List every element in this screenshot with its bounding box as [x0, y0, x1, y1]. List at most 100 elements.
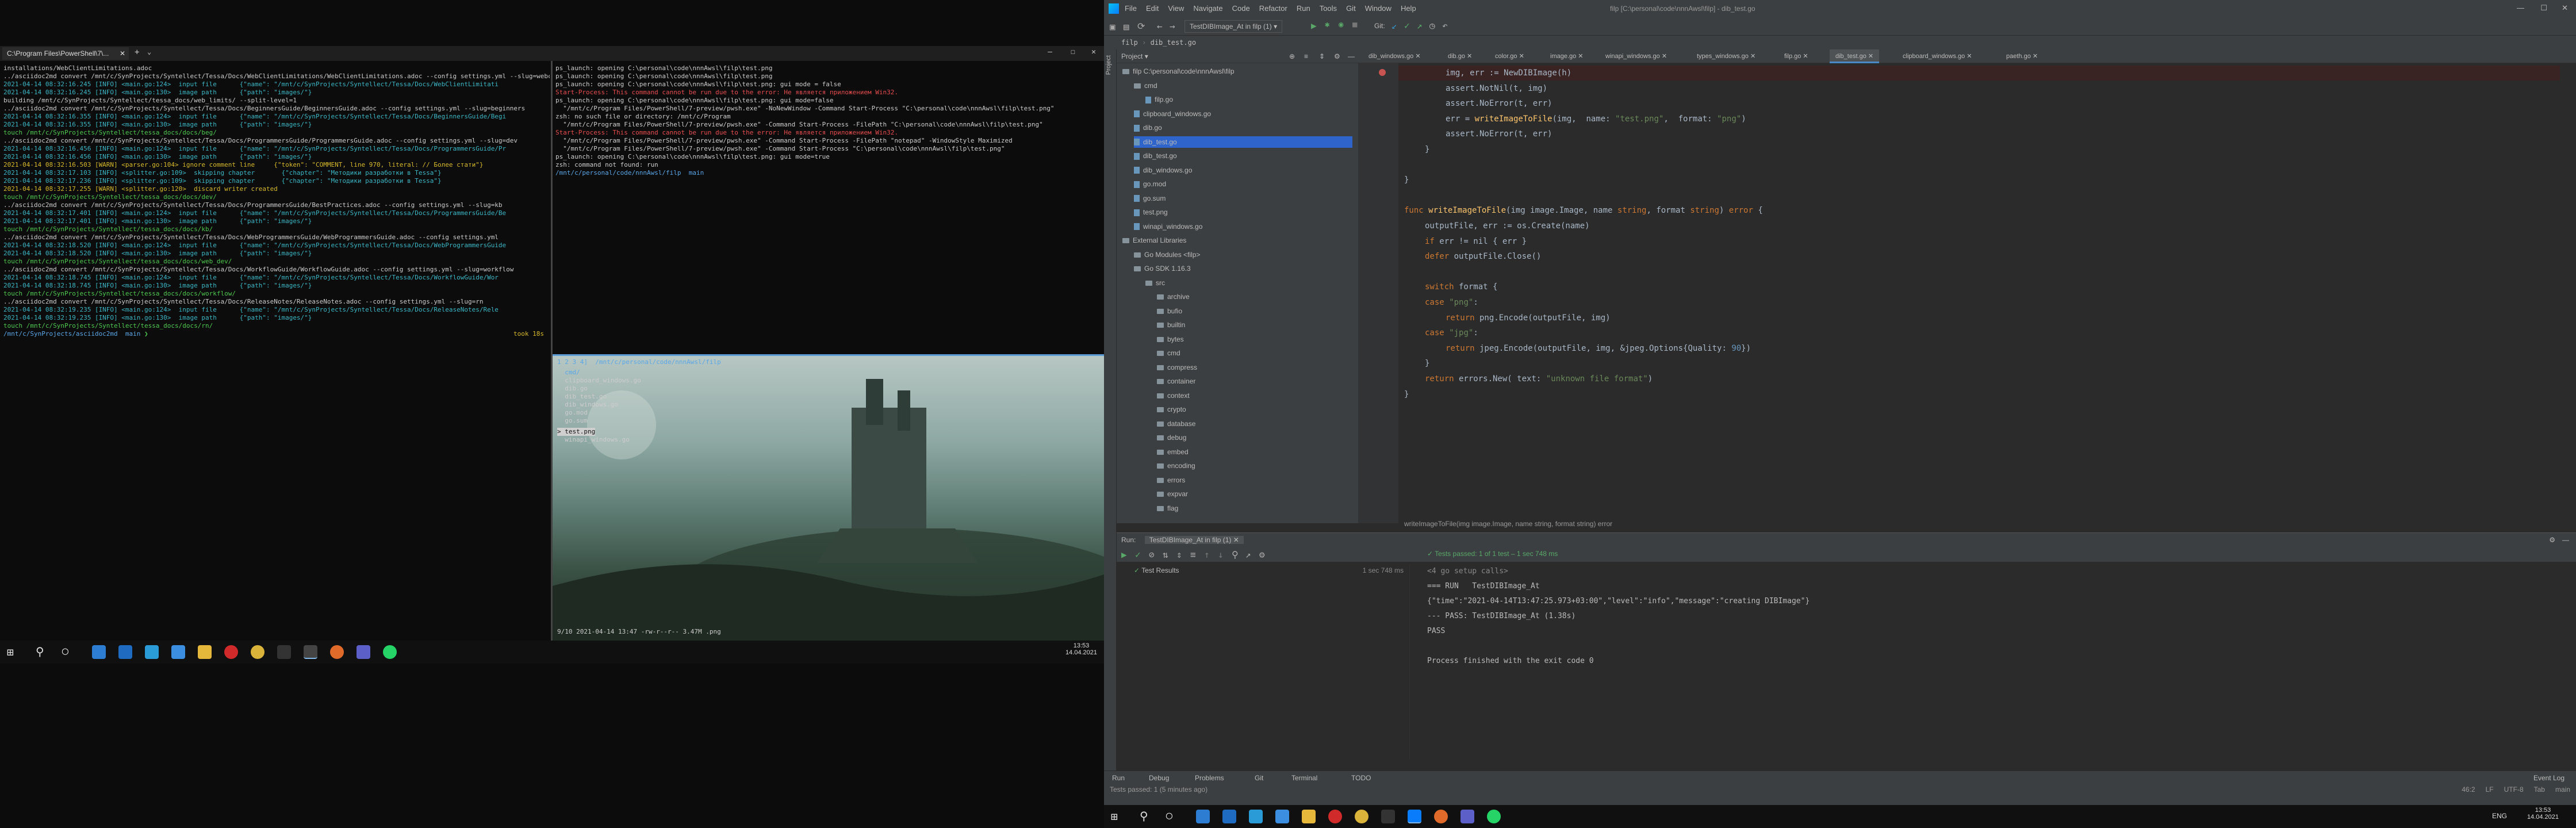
folder-icon[interactable]	[198, 645, 212, 659]
status-item[interactable]: 46:2	[2462, 785, 2475, 793]
ide-minimize-icon[interactable]: —	[2517, 3, 2524, 12]
tree-folder[interactable]: context	[1157, 390, 1190, 401]
open-icon[interactable]: ▣	[1110, 21, 1116, 32]
chrome-icon[interactable]	[251, 645, 264, 659]
tree-file[interactable]: test.png	[1134, 206, 1168, 218]
tree-folder[interactable]: crypto	[1157, 404, 1186, 415]
outlook-icon[interactable]	[1222, 810, 1236, 823]
start-icon[interactable]: ⊞	[1111, 810, 1118, 823]
ignored-filter-icon[interactable]: ⊘	[1149, 549, 1155, 560]
git-history-icon[interactable]: ◷	[1429, 20, 1435, 31]
sync-icon[interactable]: ⟳	[1137, 21, 1145, 32]
explorer-icon[interactable]	[1196, 810, 1210, 823]
editor-tab[interactable]: dib_test.go ✕	[1830, 49, 1880, 63]
nnn-file-item[interactable]: dib.go	[557, 385, 799, 393]
edge-icon[interactable]	[145, 645, 159, 659]
forward-icon[interactable]: →	[1170, 21, 1175, 32]
collapse-icon[interactable]: ≡	[1190, 549, 1196, 560]
project-view-selector[interactable]: Project	[1121, 52, 1143, 60]
editor-tab[interactable]: types_windows.go ✕	[1691, 49, 1761, 63]
coverage-icon[interactable]: ◉	[1339, 20, 1343, 29]
nnn-file-item[interactable]: go.mod	[557, 409, 799, 417]
nnn-file-manager[interactable]: 1 2 3 4] /mnt/c/personal/code/nnnAwsl/fi…	[557, 358, 799, 638]
opera-icon[interactable]	[1328, 810, 1342, 823]
run-output[interactable]: <4 go setup calls> === RUN TestDIBImage_A…	[1427, 564, 2554, 760]
tree-folder[interactable]: Go SDK 1.16.3	[1134, 263, 1191, 274]
goland-icon[interactable]	[1408, 810, 1421, 823]
run-icon[interactable]: ▶	[1311, 20, 1317, 31]
minimize-icon[interactable]: —	[1048, 48, 1052, 56]
edge-icon[interactable]	[1249, 810, 1263, 823]
breadcrumb-project[interactable]: filp	[1121, 39, 1138, 47]
tree-file[interactable]: dib_test.go	[1134, 136, 1352, 148]
run-settings-icon[interactable]: ⚙	[2549, 533, 2555, 547]
tree-folder[interactable]: compress	[1157, 362, 1197, 373]
whatsapp-icon[interactable]	[383, 645, 397, 659]
menu-file[interactable]: File	[1125, 4, 1137, 13]
menu-tools[interactable]: Tools	[1320, 4, 1337, 13]
next-fail-icon[interactable]: ↓	[1218, 549, 1224, 560]
tree-folder[interactable]: errors	[1157, 474, 1185, 486]
tree-folder[interactable]: cmd	[1157, 347, 1180, 359]
stop-icon[interactable]: ■	[1352, 20, 1357, 29]
nnn-file-item[interactable]: cmd/	[557, 369, 799, 377]
tool-window-problems[interactable]: Problems	[1195, 771, 1224, 785]
menu-git[interactable]: Git	[1346, 4, 1356, 13]
breakpoint-icon[interactable]	[1379, 69, 1386, 76]
settings-icon[interactable]: ⚙	[1334, 49, 1340, 63]
tab-dropdown-icon[interactable]: ⌄	[147, 48, 151, 56]
menu-view[interactable]: View	[1168, 4, 1184, 13]
nnn-file-item[interactable]: dib_test.go	[557, 393, 799, 401]
editor-tab[interactable]: winapi_windows.go ✕	[1600, 49, 1673, 63]
mail-icon[interactable]	[1275, 810, 1289, 823]
tree-file[interactable]: dib_test.go	[1134, 150, 1177, 162]
editor-tab[interactable]: image.go ✕	[1544, 49, 1589, 63]
menu-run[interactable]: Run	[1297, 4, 1310, 13]
tree-folder[interactable]: Go Modules <filp>	[1134, 249, 1200, 260]
status-item[interactable]: LF	[2486, 785, 2494, 793]
tree-folder[interactable]: flag	[1157, 503, 1178, 514]
chrome-icon[interactable]	[1355, 810, 1368, 823]
nnn-file-item[interactable]: > test.png	[557, 428, 596, 436]
tool-window-run[interactable]: Run	[1112, 771, 1125, 785]
tree-folder[interactable]: embed	[1157, 446, 1189, 458]
save-icon[interactable]: ▤	[1124, 21, 1129, 32]
passed-filter-icon[interactable]: ✓	[1135, 549, 1141, 560]
debug-icon[interactable]: ✱	[1325, 20, 1329, 29]
editor-tab[interactable]: dib_windows.go ✕	[1363, 49, 1427, 63]
explorer-icon[interactable]	[92, 645, 106, 659]
run-config-selector[interactable]: TestDIBImage_At in filp (1) ▾	[1184, 20, 1283, 33]
editor-tab[interactable]: paeth.go ✕	[2000, 49, 2044, 63]
tree-file[interactable]: dib_windows.go	[1134, 164, 1192, 176]
maximize-icon[interactable]: ☐	[1071, 48, 1075, 56]
expand-icon[interactable]: ⇕	[1176, 549, 1182, 560]
tree-folder[interactable]: archive	[1157, 291, 1190, 302]
outlook-icon[interactable]	[118, 645, 132, 659]
new-tab-icon[interactable]: +	[135, 48, 139, 57]
editor-tab[interactable]: color.go ✕	[1489, 49, 1530, 63]
close-tab-icon[interactable]: ✕	[120, 47, 125, 60]
folder-icon[interactable]	[1302, 810, 1316, 823]
tool-window-todo[interactable]: TODO	[1351, 771, 1371, 785]
code-editor[interactable]: img, err := NewDIBImage(h) assert.NotNil(…	[1358, 63, 2560, 528]
terminal-prompt[interactable]: /mnt/c/personal/code/nnnAwsl/filp main	[555, 169, 1102, 177]
tree-folder[interactable]: encoding	[1157, 460, 1195, 471]
git-commit-icon[interactable]: ✓	[1404, 20, 1410, 31]
tree-folder[interactable]: builtin	[1157, 319, 1185, 331]
rerun-icon[interactable]: ▶	[1121, 549, 1127, 560]
expand-all-icon[interactable]: ⇕	[1319, 49, 1325, 63]
terminal-icon[interactable]	[277, 645, 291, 659]
tree-folder[interactable]: expvar	[1157, 488, 1188, 500]
mail-icon[interactable]	[171, 645, 185, 659]
editor-tab[interactable]: dib.go ✕	[1442, 49, 1478, 63]
tree-folder[interactable]: debug	[1157, 432, 1186, 443]
clock[interactable]: 13:53 14.04.2021	[1065, 642, 1097, 656]
tree-file[interactable]: go.mod	[1134, 178, 1166, 190]
menu-code[interactable]: Code	[1232, 4, 1250, 13]
tool-window-debug[interactable]: Debug	[1149, 771, 1169, 785]
tree-file[interactable]: clipboard_windows.go	[1134, 108, 1211, 120]
tree-file[interactable]: winapi_windows.go	[1134, 221, 1202, 232]
menu-navigate[interactable]: Navigate	[1193, 4, 1222, 13]
nnn-file-item[interactable]: winapi_windows.go	[557, 436, 799, 444]
export-icon[interactable]: ↗	[1245, 549, 1251, 560]
